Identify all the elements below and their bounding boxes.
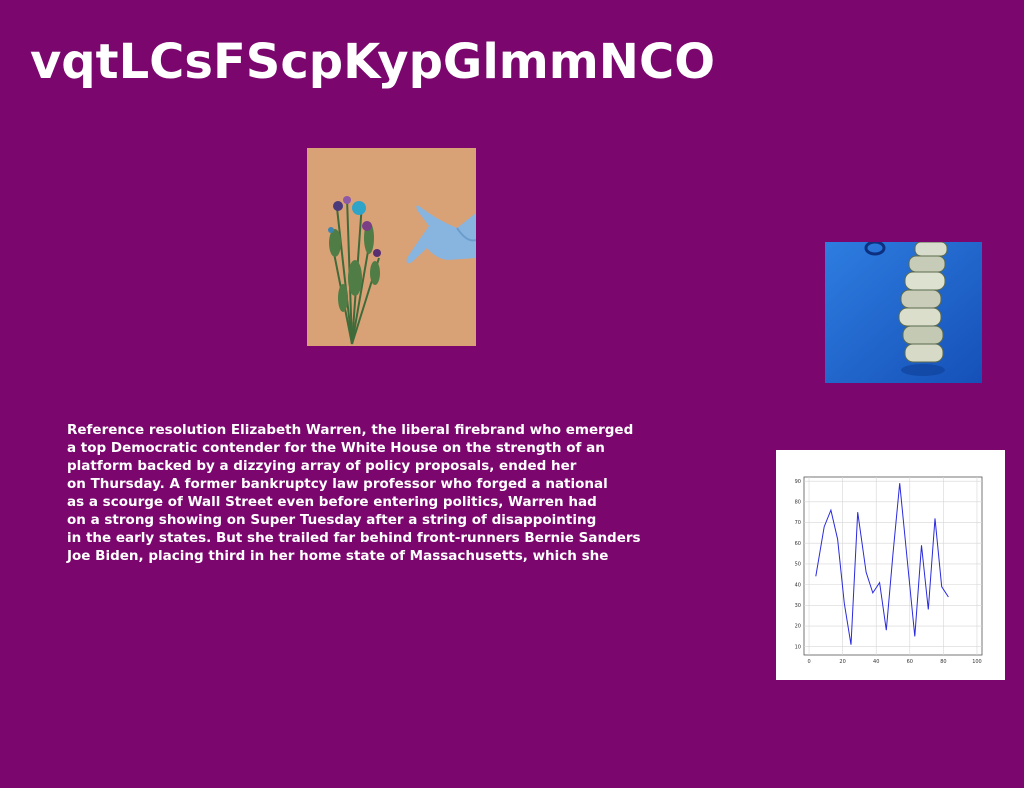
- x-tick-label: 40: [873, 659, 879, 665]
- x-tick-label: 20: [839, 659, 845, 665]
- money-rolls-icon: [825, 242, 982, 383]
- article-line: on a strong showing on Super Tuesday aft…: [67, 512, 597, 528]
- y-tick-label: 10: [795, 644, 801, 650]
- bouquet-and-hand-icon: [307, 148, 476, 346]
- y-tick-label: 70: [795, 520, 801, 526]
- bouquet-photo: [307, 148, 476, 346]
- article-line: as a scourge of Wall Street even before …: [67, 494, 597, 510]
- y-tick-label: 30: [795, 603, 801, 609]
- x-tick-label: 80: [940, 659, 946, 665]
- article-text: Reference resolution Elizabeth Warren, t…: [67, 421, 707, 565]
- y-tick-label: 60: [795, 541, 801, 547]
- line-chart: 0 20 40 60 80 100 10 20 30 40 50 60 70 80 90: [776, 450, 1005, 680]
- plot-area: [803, 476, 983, 656]
- x-tick-label: 100: [972, 659, 982, 665]
- x-tick-label: 60: [907, 659, 913, 665]
- article-line: platform backed by a dizzying array of p…: [67, 458, 577, 474]
- page-title: vqtLCsFScpKypGlmmNCO: [30, 34, 716, 90]
- money-photo: [825, 242, 982, 383]
- y-tick-label: 50: [795, 562, 801, 568]
- article-line: on Thursday. A former bankruptcy law pro…: [67, 476, 608, 492]
- article-line: a top Democratic contender for the White…: [67, 440, 605, 456]
- y-tick-label: 20: [795, 624, 801, 630]
- article-line: Joe Biden, placing third in her home sta…: [67, 548, 609, 564]
- article-line: in the early states. But she trailed far…: [67, 530, 641, 546]
- y-tick-label: 90: [795, 479, 801, 485]
- x-tick-label: 0: [807, 659, 810, 665]
- y-tick-label: 80: [795, 500, 801, 506]
- y-tick-label: 40: [795, 582, 801, 588]
- line-chart-svg: 0 20 40 60 80 100 10 20 30 40 50 60 70 80 90: [795, 476, 983, 665]
- article-line: Reference resolution Elizabeth Warren, t…: [67, 422, 634, 438]
